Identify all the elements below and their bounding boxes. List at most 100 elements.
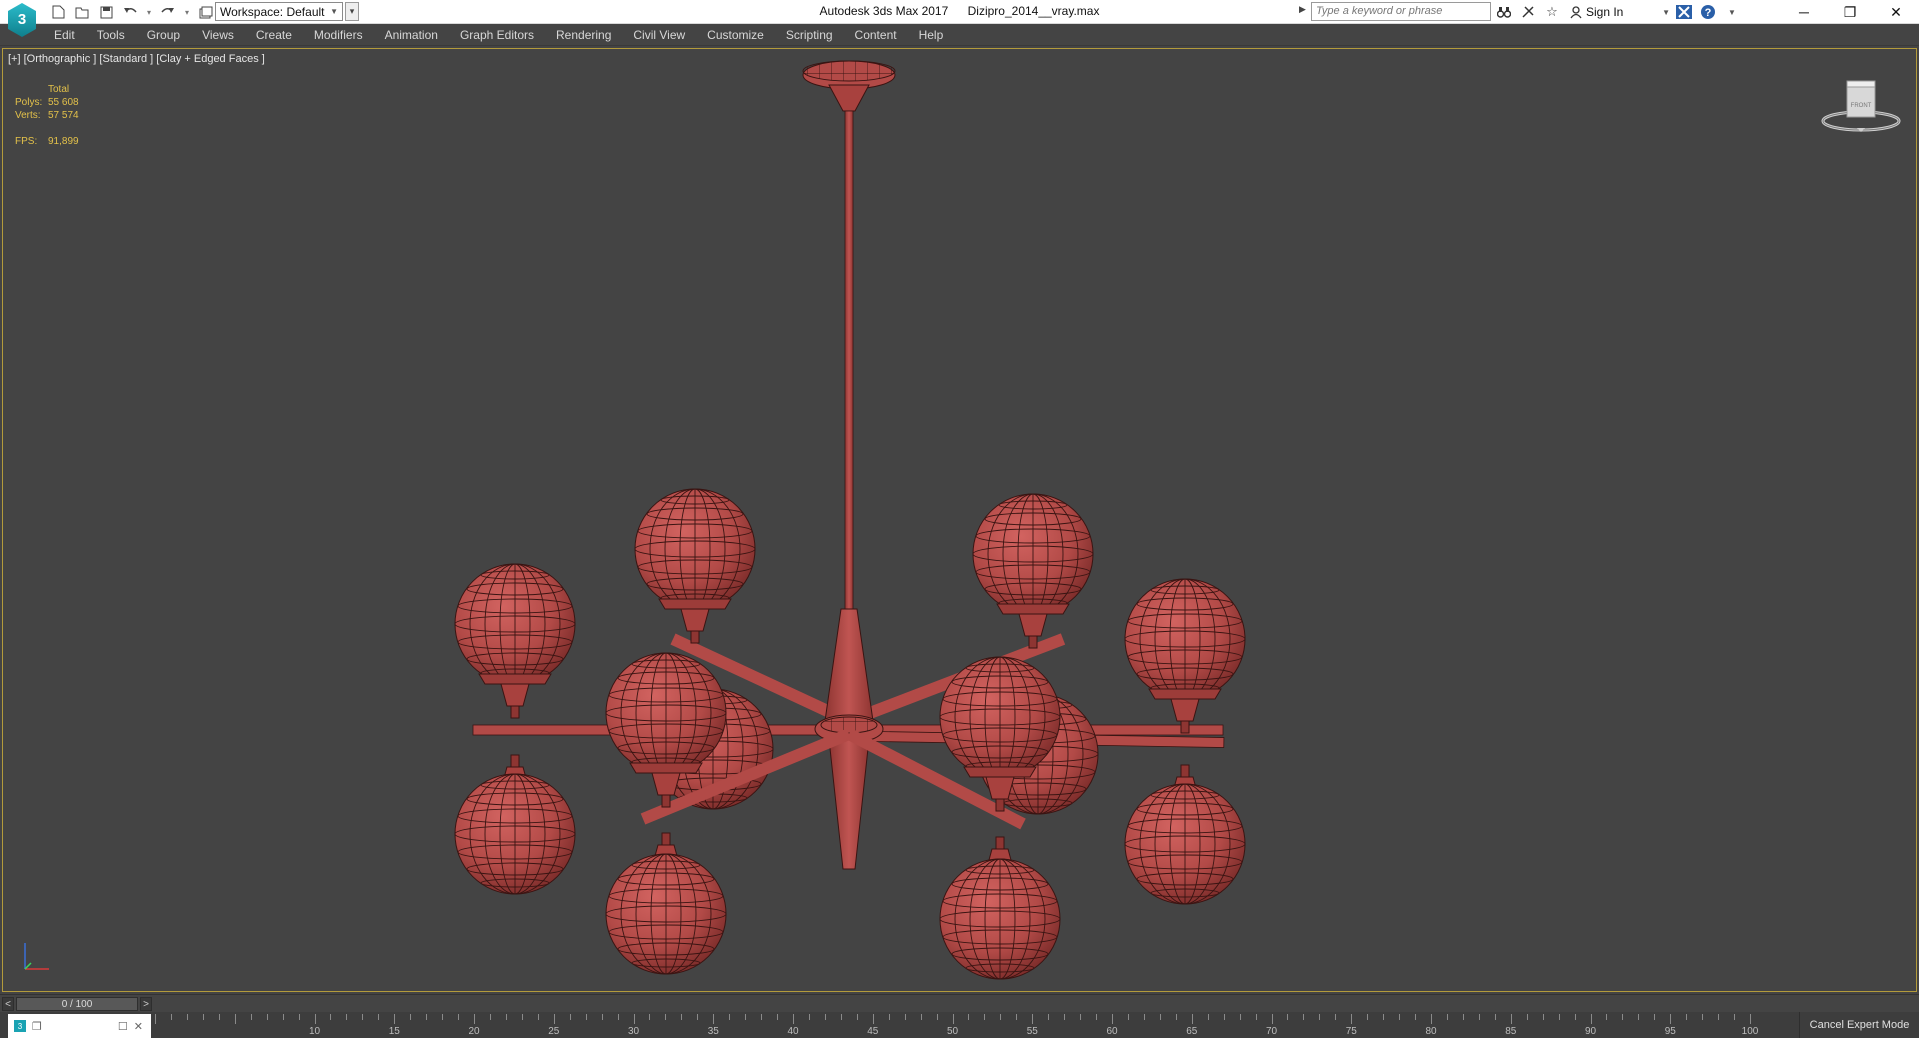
minimize-button[interactable]: ─ [1781, 0, 1827, 24]
menu-rendering[interactable]: Rendering [556, 28, 611, 42]
trackbar-tick [601, 1014, 603, 1020]
binoculars-icon[interactable] [1494, 2, 1514, 22]
trackbar-tick [1016, 1014, 1018, 1020]
viewcube-face-label: FRONT [1851, 103, 1872, 109]
help-dropdown-icon[interactable]: ▼ [1722, 2, 1742, 22]
trackbar-tick [585, 1014, 587, 1020]
trackbar-ruler[interactable]: 10 15 20 25 30 35 40 45 50 55 60 65 70 75 80 85 90 95 100 [155, 1012, 1758, 1038]
trackbar-tick [1112, 1014, 1113, 1024]
workspace-dropdown[interactable]: Workspace: Default ▼ [215, 2, 343, 21]
menu-group[interactable]: Group [147, 28, 180, 42]
trackbar-tick [649, 1014, 651, 1020]
trackbar-tick [474, 1014, 475, 1024]
menu-edit[interactable]: Edit [54, 28, 75, 42]
viewport-orthographic[interactable]: [+] [Orthographic ] [Standard ] [Clay + … [2, 48, 1917, 992]
menu-create[interactable]: Create [256, 28, 292, 42]
viewport-label-menu[interactable]: [+] [Orthographic ] [Standard ] [Clay + … [8, 53, 265, 65]
trackbar-tick-label: 60 [1106, 1026, 1118, 1037]
menu-graph-editors[interactable]: Graph Editors [460, 28, 534, 42]
sign-in-label: Sign In [1586, 5, 1624, 19]
mini-listener[interactable]: 3 ❐ ☐ ✕ [8, 1014, 151, 1038]
trackbar-tick [697, 1014, 699, 1020]
trackbar-tick [1271, 1014, 1273, 1024]
menu-scripting[interactable]: Scripting [786, 28, 833, 42]
trackbar-tick [346, 1014, 348, 1020]
trackbar-tick-label: 55 [1026, 1026, 1038, 1037]
trackbar-tick [777, 1014, 779, 1020]
chevron-down-icon: ▼ [1662, 7, 1670, 17]
time-slider-next-button[interactable]: > [140, 997, 152, 1011]
app-logo-icon[interactable]: 3 [6, 2, 38, 38]
menu-modifiers[interactable]: Modifiers [314, 28, 363, 42]
trackbar-tick [808, 1014, 810, 1020]
trackbar-tick [1478, 1014, 1480, 1020]
menu-help[interactable]: Help [919, 28, 944, 42]
menu-tools[interactable]: Tools [97, 28, 125, 42]
search-input[interactable]: Type a keyword or phrase [1311, 2, 1491, 21]
restore-panel-icon[interactable]: ❐ [32, 1020, 42, 1033]
trackbar-tick [1638, 1014, 1640, 1020]
redo-dropdown-icon[interactable]: ▾ [182, 2, 192, 22]
trackbar-tick [1239, 1014, 1241, 1020]
viewcube-icon[interactable]: FRONT [1816, 77, 1906, 137]
trackbar-tick [936, 1014, 938, 1020]
trackbar-tick [298, 1014, 300, 1020]
trackbar-tick [410, 1014, 412, 1020]
trackbar-tick [1686, 1014, 1688, 1020]
save-icon[interactable] [96, 2, 116, 22]
trackbar-tick [250, 1014, 252, 1020]
new-file-icon[interactable] [48, 2, 68, 22]
trackbar-tick-label: 25 [548, 1026, 560, 1037]
trackbar-tick [569, 1014, 571, 1020]
time-slider-prev-button[interactable]: < [2, 997, 14, 1011]
trackbar-tick [1670, 1014, 1672, 1024]
trackbar-tick [1335, 1014, 1337, 1020]
project-folder-icon[interactable] [196, 2, 216, 22]
menu-content[interactable]: Content [855, 28, 897, 42]
trackbar-tick [1510, 1014, 1512, 1024]
trackbar-tick-label: 100 [1741, 1026, 1759, 1037]
trackbar-tick [1127, 1014, 1129, 1020]
menu-views[interactable]: Views [202, 28, 234, 42]
redo-icon[interactable] [158, 2, 178, 22]
help-icon[interactable]: ? [1698, 2, 1718, 22]
restore-button[interactable]: ❐ [1827, 0, 1873, 24]
trackbar-tick [1718, 1014, 1720, 1020]
open-file-icon[interactable] [72, 2, 92, 22]
fps-value: 91,899 [48, 136, 79, 147]
menu-customize[interactable]: Customize [707, 28, 764, 42]
cancel-expert-mode-button[interactable]: Cancel Expert Mode [1799, 1012, 1919, 1038]
trackbar-tick [681, 1014, 683, 1020]
trackbar-tick [1654, 1014, 1656, 1020]
trackbar-tick [1080, 1014, 1082, 1020]
trackbar-tick-label: 90 [1584, 1026, 1597, 1037]
trackbar-tick [1734, 1014, 1736, 1020]
trackbar-tick-label: 15 [388, 1026, 400, 1037]
menu-civil-view[interactable]: Civil View [633, 28, 685, 42]
trackbar-tick [1446, 1014, 1448, 1020]
autodesk-x-icon[interactable] [1674, 2, 1694, 22]
trackbar-tick [1287, 1014, 1289, 1020]
trackbar-tick-label: 45 [867, 1026, 879, 1037]
trackbar-tick [394, 1014, 396, 1024]
sign-in-menu[interactable]: Sign In ▼ [1570, 5, 1670, 19]
trackbar-tick [1255, 1014, 1257, 1020]
trackbar-tick [1367, 1014, 1369, 1020]
close-icon[interactable]: ✕ [134, 1020, 143, 1033]
trackbar-tick [1000, 1014, 1002, 1020]
collapse-search-icon[interactable]: ▶ [1299, 4, 1306, 15]
favorites-star-icon[interactable]: ☆ [1542, 2, 1562, 22]
trackbar-tick [1319, 1014, 1321, 1020]
undo-icon[interactable] [120, 2, 140, 22]
subscription-icon[interactable] [1518, 2, 1538, 22]
trackbar-tick [1415, 1014, 1417, 1020]
trackbar-tick [633, 1014, 635, 1024]
workspace-label: Workspace: Default [220, 4, 325, 19]
menu-animation[interactable]: Animation [385, 28, 438, 42]
maximize-panel-icon[interactable]: ☐ [118, 1020, 128, 1033]
undo-dropdown-icon[interactable]: ▾ [144, 2, 154, 22]
time-slider-thumb[interactable]: 0 / 100 [16, 997, 138, 1011]
close-button[interactable]: ✕ [1873, 0, 1919, 24]
customize-toolbar-icon[interactable]: ▾ [345, 2, 359, 21]
chandelier-model[interactable] [3, 49, 1917, 992]
